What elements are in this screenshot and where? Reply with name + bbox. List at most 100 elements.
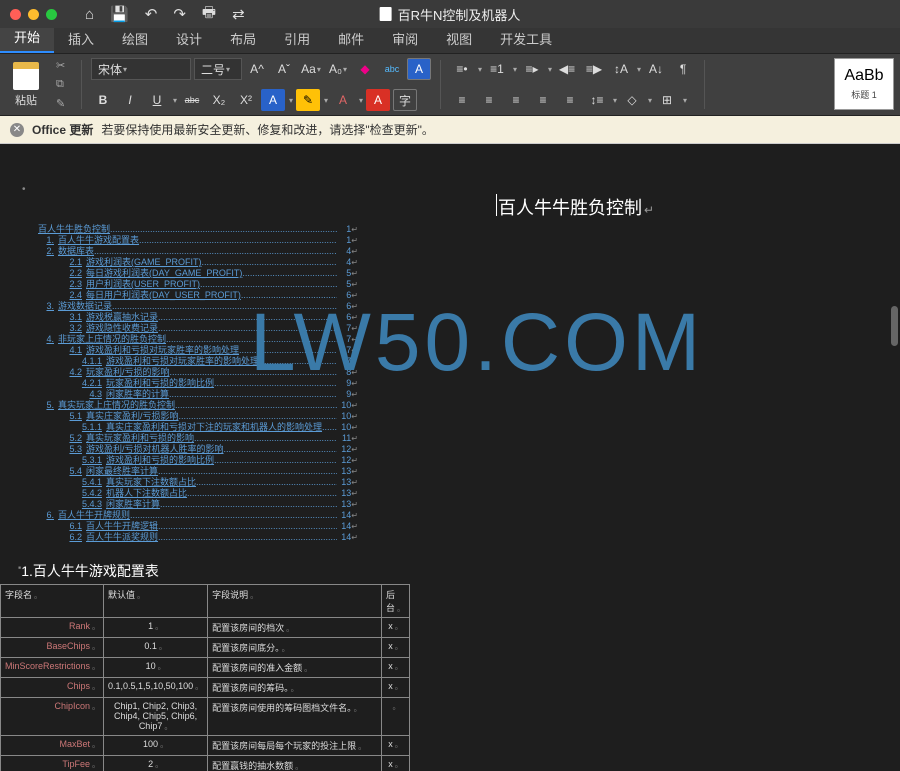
distribute-button[interactable]: ≡: [558, 89, 582, 111]
toc-entry[interactable]: 4.3闲家胜率的计算..............................…: [18, 389, 358, 400]
toc-entry[interactable]: 4.1游戏盈利和亏损对玩家胜率的影响处理....................…: [18, 345, 358, 356]
format-painter-icon[interactable]: ✎: [56, 97, 72, 111]
ribbon-tabs: 开始插入绘图设计布局引用邮件审阅视图开发工具: [0, 28, 900, 54]
close-notice-icon[interactable]: ✕: [10, 123, 24, 137]
toc-entry[interactable]: 2.3用户利润表(USER_PROFIT)...................…: [18, 279, 358, 290]
font-color-button[interactable]: A: [261, 89, 285, 111]
increase-indent-button[interactable]: ≡▶: [582, 58, 606, 80]
tab-引用[interactable]: 引用: [270, 24, 324, 53]
tab-审阅[interactable]: 审阅: [378, 24, 432, 53]
show-marks-button[interactable]: ¶: [671, 58, 695, 80]
toc-entry[interactable]: 4.1.1游戏盈利和亏损对玩家胜率的影响处理..................…: [18, 356, 358, 367]
borders-button[interactable]: ⊞: [655, 89, 679, 111]
char-shading-button[interactable]: A: [366, 89, 390, 111]
tab-开发工具[interactable]: 开发工具: [486, 24, 566, 53]
toc-entry[interactable]: 4.2玩家盈利/亏损的影响...........................…: [18, 367, 358, 378]
align-right-button[interactable]: ≡: [504, 89, 528, 111]
tab-绘图[interactable]: 绘图: [108, 24, 162, 53]
titlebar: ⌂ 💾 ↶ ↷ 🖶 ⇄ 百R牛N控制及机器人: [0, 0, 900, 28]
phonetic-button[interactable]: A₀▾: [326, 58, 350, 80]
toc-entry[interactable]: 6.1百人牛牛开牌逻辑.............................…: [18, 521, 358, 532]
justify-button[interactable]: ≡: [531, 89, 555, 111]
tab-视图[interactable]: 视图: [432, 24, 486, 53]
document-canvas[interactable]: • 百人牛牛胜负控制↵ 百人牛牛胜负控制....................…: [0, 146, 900, 771]
font-size-select[interactable]: 二号▾: [194, 58, 242, 80]
overflow-icon[interactable]: ⇄: [232, 5, 245, 23]
line-spacing-button[interactable]: ↕≡: [585, 89, 609, 111]
align-center-button[interactable]: ≡: [477, 89, 501, 111]
shrink-font-button[interactable]: Aˇ: [272, 58, 296, 80]
toc-entry[interactable]: 3.游戏数据记录................................…: [18, 301, 358, 312]
align-left-button[interactable]: ≡: [450, 89, 474, 111]
toc-entry[interactable]: 2.2每日游戏利润表(DAY_GAME_PROFIT).............…: [18, 268, 358, 279]
minimize-window-button[interactable]: [28, 9, 39, 20]
paste-button[interactable]: 粘贴: [6, 58, 46, 111]
style-preview-heading1[interactable]: AaBb 标题 1: [834, 58, 894, 110]
save-icon[interactable]: 💾: [110, 5, 129, 23]
toc-entry[interactable]: 6.百人牛牛开牌规则..............................…: [18, 510, 358, 521]
tab-布局[interactable]: 布局: [216, 24, 270, 53]
vertical-scrollbar-thumb[interactable]: [891, 306, 898, 346]
home-icon[interactable]: ⌂: [85, 6, 94, 23]
italic-button[interactable]: I: [118, 89, 142, 111]
toc-entry[interactable]: 5.3游戏盈利/亏损对机器人胜率的影响.....................…: [18, 444, 358, 455]
toc-entry[interactable]: 6.2百人牛牛派奖规则.............................…: [18, 532, 358, 543]
toc-entry[interactable]: 1.百人牛牛游戏配置表.............................…: [18, 235, 358, 246]
close-window-button[interactable]: [10, 9, 21, 20]
numbering-button[interactable]: ≡1: [485, 58, 509, 80]
abc-check-icon[interactable]: abc: [380, 58, 404, 80]
toc-entry[interactable]: 5.真实玩家上庄情况的胜负控制.........................…: [18, 400, 358, 411]
print-icon[interactable]: 🖶: [202, 2, 216, 27]
subscript-button[interactable]: X₂: [207, 89, 231, 111]
superscript-button[interactable]: X²: [234, 89, 258, 111]
bullet-mark: •: [22, 184, 26, 195]
toc-entry[interactable]: 2.4每日用户利润表(DAY_USER_PROFIT).............…: [18, 290, 358, 301]
grow-font-button[interactable]: A^: [245, 58, 269, 80]
sort-button[interactable]: A↓: [644, 58, 668, 80]
update-notice-bar: ✕ Office 更新 若要保持使用最新安全更新、修复和改进，请选择"检查更新"…: [0, 116, 900, 144]
decrease-indent-button[interactable]: ◀≡: [555, 58, 579, 80]
undo-icon[interactable]: ↶: [145, 5, 158, 23]
toc-entry[interactable]: 2.1游戏利润表(GAME_PROFIT)...................…: [18, 257, 358, 268]
toc-entry[interactable]: 5.4.2机器人下注数额占比..........................…: [18, 488, 358, 499]
toc-entry[interactable]: 5.4闲家最终胜率计算.............................…: [18, 466, 358, 477]
text-direction-button[interactable]: ↕A: [609, 58, 633, 80]
toc-entry[interactable]: 5.1.1真实庄家盈利和亏损对下注的玩家和机器人的影响处理...........…: [18, 422, 358, 433]
tab-邮件[interactable]: 邮件: [324, 24, 378, 53]
toc-entry[interactable]: 3.1游戏税赢抽水记录.............................…: [18, 312, 358, 323]
tab-设计[interactable]: 设计: [162, 24, 216, 53]
multilevel-list-button[interactable]: ≡▸: [520, 58, 544, 80]
toc-entry[interactable]: 百人牛牛胜负控制................................…: [18, 224, 358, 235]
clipboard-icon: [13, 62, 39, 90]
toc-entry[interactable]: 5.2真实玩家盈利和亏损的影响.........................…: [18, 433, 358, 444]
highlight-button[interactable]: ✎: [296, 89, 320, 111]
toc-entry[interactable]: 2.数据库表..................................…: [18, 246, 358, 257]
toc-entry[interactable]: 4.2.1玩家盈利和亏损的影响比例.......................…: [18, 378, 358, 389]
enclose-char-button[interactable]: 字: [393, 89, 417, 111]
table-of-contents: 百人牛牛胜负控制................................…: [18, 224, 358, 543]
change-case-button[interactable]: Aa▾: [299, 58, 323, 80]
shading-button[interactable]: ◇: [620, 89, 644, 111]
tab-插入[interactable]: 插入: [54, 24, 108, 53]
toc-entry[interactable]: 4.非玩家上庄情况的胜负控制..........................…: [18, 334, 358, 345]
toc-entry[interactable]: 5.3.1游戏盈利和亏损的影响比例.......................…: [18, 455, 358, 466]
clear-format-icon[interactable]: ◆: [353, 58, 377, 80]
toc-entry[interactable]: 5.4.1真实玩家下注数额占比.........................…: [18, 477, 358, 488]
bold-button[interactable]: B: [91, 89, 115, 111]
maximize-window-button[interactable]: [46, 9, 57, 20]
char-border-button[interactable]: A: [407, 58, 431, 80]
paste-label: 粘贴: [15, 92, 37, 108]
table-row: ChipIcon。Chip1, Chip2, Chip3, Chip4, Chi…: [1, 698, 410, 736]
font-color-2-button[interactable]: A: [331, 89, 355, 111]
table-row: Rank。1。配置该房间的档次。x。: [1, 618, 410, 638]
toc-entry[interactable]: 5.4.3闲家胜率计算.............................…: [18, 499, 358, 510]
cut-icon[interactable]: ✂: [56, 59, 72, 73]
bullets-button[interactable]: ≡•: [450, 58, 474, 80]
font-family-select[interactable]: 宋体▾: [91, 58, 191, 80]
redo-icon[interactable]: ↷: [173, 5, 186, 23]
toc-entry[interactable]: 5.1真实庄家盈利/亏损影响..........................…: [18, 411, 358, 422]
strikethrough-button[interactable]: abc: [180, 89, 204, 111]
underline-button[interactable]: U: [145, 89, 169, 111]
toc-entry[interactable]: 3.2游戏隐性收费记录.............................…: [18, 323, 358, 334]
copy-icon[interactable]: ⧉: [56, 78, 72, 92]
